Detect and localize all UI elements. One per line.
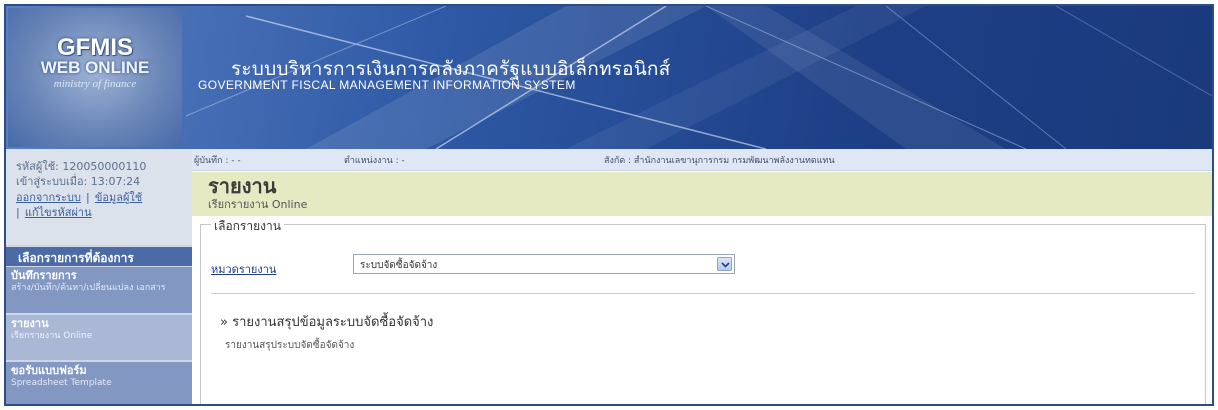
menu-header: เลือกรายการที่ต้องการ (6, 247, 192, 266)
chevron-down-icon (721, 262, 730, 268)
report-category-select[interactable]: ระบบจัดซื้อจัดจ้าง (353, 254, 735, 274)
user-context-bar: ผู้บันทึก : - - ตำแหน่งงาน : - สังกัด : … (192, 149, 1212, 171)
menu-item-title: ขอรับแบบฟอร์ม (11, 364, 87, 377)
system-title-english: GOVERNMENT FISCAL MANAGEMENT INFORMATION… (198, 78, 576, 92)
menu-item-report[interactable]: รายงาน เรียกรายงาน Online (6, 315, 192, 360)
header-banner: GFMIS WEB ONLINE ministry of finance ระบ… (6, 6, 1212, 149)
menu-item-form[interactable]: ขอรับแบบฟอร์ม Spreadsheet Template (6, 362, 192, 404)
group-legend: เลือกรายงาน (211, 217, 284, 236)
user-info-panel: รหัสผู้ใช้: 120050000110 เข้าสู่ระบบเมื่… (6, 149, 192, 245)
page-title: รายงาน (208, 174, 277, 198)
dropdown-button[interactable] (717, 257, 732, 271)
user-info-link[interactable]: ข้อมูลผู้ใช้ (95, 191, 142, 204)
page-subtitle: เรียกรายงาน Online (208, 198, 308, 211)
position-text: ตำแหน่งงาน : - (344, 156, 405, 166)
login-time: เข้าสู่ระบบเมื่อ: 13:07:24 (16, 175, 141, 188)
link-separator: | (86, 191, 90, 204)
change-password-link[interactable]: แก้ไขรหัสผ่าน (25, 206, 92, 219)
menu-item-desc: สร้าง/บันทึก/ค้นหา/เปลี่ยนแปลง เอกสาร (11, 283, 166, 293)
report-selection-group: เลือกรายงาน หมวดรายงาน ระบบจัดซื้อจัดจ้า… (200, 217, 1206, 404)
report-category-label[interactable]: หมวดรายงาน (211, 260, 276, 278)
menu-item-desc: Spreadsheet Template (11, 378, 112, 388)
menu-item-record[interactable]: บันทึกรายการ สร้าง/บันทึก/ค้นหา/เปลี่ยนแ… (6, 267, 192, 313)
app-window: GFMIS WEB ONLINE ministry of finance ระบ… (4, 4, 1214, 406)
sidebar: รหัสผู้ใช้: 120050000110 เข้าสู่ระบบเมื่… (6, 149, 192, 404)
selected-category: ระบบจัดซื้อจัดจ้าง (360, 260, 438, 271)
user-id: รหัสผู้ใช้: 120050000110 (16, 160, 147, 173)
recorder-text: ผู้บันทึก : - - (194, 156, 241, 166)
report-link-procurement-summary[interactable]: » รายงานสรุปข้อมูลระบบจัดซื้อจัดจ้าง (220, 311, 433, 332)
menu-item-title: บันทึกรายการ (11, 269, 77, 282)
gfmis-logo: GFMIS WEB ONLINE ministry of finance (8, 8, 182, 147)
report-description: รายงานสรุประบบจัดซื้อจัดจ้าง (225, 340, 355, 351)
logo-web-online-text: WEB ONLINE (40, 58, 150, 77)
affiliation-text: สังกัด : สำนักงานเลขานุการกรม กรมพัฒนาพล… (604, 156, 835, 166)
menu-item-desc: เรียกรายงาน Online (11, 331, 93, 341)
link-separator: | (16, 206, 20, 219)
divider (211, 293, 1195, 294)
logout-link[interactable]: ออกจากระบบ (16, 191, 81, 204)
page-heading: รายงาน เรียกรายงาน Online (192, 172, 1212, 216)
logo-ministry-text: ministry of finance (53, 78, 137, 90)
menu-item-title: รายงาน (11, 317, 49, 330)
